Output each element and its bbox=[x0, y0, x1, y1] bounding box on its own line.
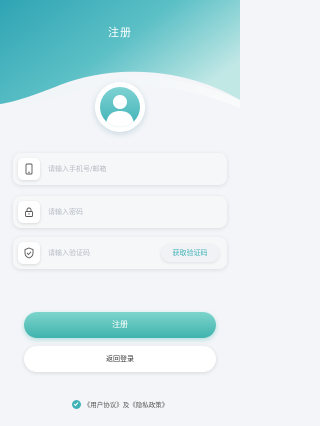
agreement-row: 《用户协议》及《隐私政策》 bbox=[0, 398, 240, 412]
back-to-login-button[interactable]: 返回登录 bbox=[24, 346, 216, 372]
user-avatar-icon bbox=[100, 87, 140, 127]
password-input[interactable] bbox=[48, 196, 218, 228]
avatar bbox=[95, 82, 145, 132]
phone-email-field[interactable] bbox=[13, 153, 227, 185]
phone-icon bbox=[18, 158, 40, 180]
get-code-button[interactable]: 获取验证码 bbox=[161, 244, 219, 262]
phone-email-input[interactable] bbox=[48, 153, 218, 185]
agreement-checkbox[interactable] bbox=[71, 399, 81, 409]
verification-code-input[interactable] bbox=[48, 237, 156, 269]
page-title: 注册 bbox=[108, 26, 132, 39]
register-button[interactable]: 注册 bbox=[24, 312, 216, 338]
shield-check-icon bbox=[18, 242, 40, 264]
lock-icon bbox=[18, 201, 40, 223]
register-page: 注册 请输入手机号/邮箱 请输入验证码 获取验证码 注册 返回登录 《用户协议》… bbox=[0, 0, 240, 426]
user-agreement-link[interactable]: 《用户协议》 bbox=[84, 401, 123, 409]
verification-code-field[interactable]: 获取验证码 bbox=[13, 237, 227, 269]
privacy-policy-link[interactable]: 《隐私政策》 bbox=[129, 401, 168, 409]
password-field[interactable] bbox=[13, 196, 227, 228]
